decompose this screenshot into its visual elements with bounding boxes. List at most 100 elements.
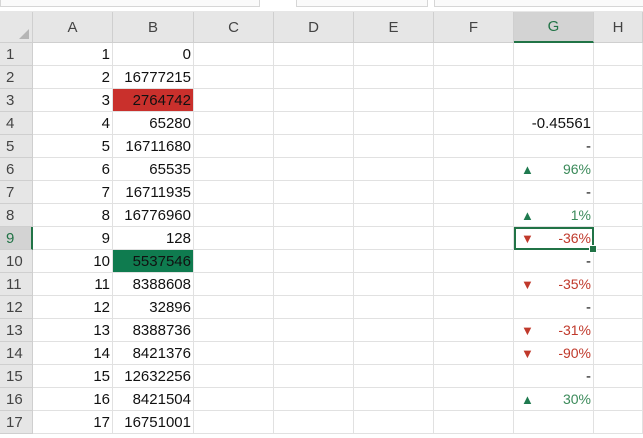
cell-a11[interactable]: 11	[33, 273, 113, 296]
cell-c4[interactable]	[194, 112, 274, 135]
row-header-13[interactable]: 13	[0, 319, 33, 342]
cell-g3[interactable]	[514, 89, 594, 112]
cell-g15[interactable]: -	[514, 365, 594, 388]
cell-c10[interactable]	[194, 250, 274, 273]
cell-e8[interactable]	[354, 204, 434, 227]
cell-g9[interactable]: ▼ -36%	[514, 227, 594, 250]
cell-h17[interactable]	[594, 411, 643, 434]
cell-c3[interactable]	[194, 89, 274, 112]
cell-h8[interactable]	[594, 204, 643, 227]
cell-g17[interactable]	[514, 411, 594, 434]
cell-b5[interactable]: 16711680	[113, 135, 194, 158]
column-header-g[interactable]: G	[514, 12, 594, 43]
cell-d2[interactable]	[274, 66, 354, 89]
cell-g12[interactable]: -	[514, 296, 594, 319]
cell-e3[interactable]	[354, 89, 434, 112]
cell-e16[interactable]	[354, 388, 434, 411]
cell-f15[interactable]	[434, 365, 514, 388]
cell-e9[interactable]	[354, 227, 434, 250]
cell-a1[interactable]: 1	[33, 43, 113, 66]
column-header-a[interactable]: A	[33, 12, 113, 43]
cell-d7[interactable]	[274, 181, 354, 204]
cell-g14[interactable]: ▼ -90%	[514, 342, 594, 365]
fill-handle[interactable]	[589, 245, 597, 253]
cell-f5[interactable]	[434, 135, 514, 158]
cell-c5[interactable]	[194, 135, 274, 158]
row-header-4[interactable]: 4	[0, 112, 33, 135]
cell-f1[interactable]	[434, 43, 514, 66]
row-header-16[interactable]: 16	[0, 388, 33, 411]
cell-b1[interactable]: 0	[113, 43, 194, 66]
cell-b6[interactable]: 65535	[113, 158, 194, 181]
cell-b15[interactable]: 12632256	[113, 365, 194, 388]
cell-f10[interactable]	[434, 250, 514, 273]
cell-h14[interactable]	[594, 342, 643, 365]
cell-b17[interactable]: 16751001	[113, 411, 194, 434]
cell-c7[interactable]	[194, 181, 274, 204]
cell-d16[interactable]	[274, 388, 354, 411]
cell-b14[interactable]: 8421376	[113, 342, 194, 365]
cell-e2[interactable]	[354, 66, 434, 89]
cell-d14[interactable]	[274, 342, 354, 365]
cell-h6[interactable]	[594, 158, 643, 181]
column-header-e[interactable]: E	[354, 12, 434, 43]
cell-h13[interactable]	[594, 319, 643, 342]
cell-a13[interactable]: 13	[33, 319, 113, 342]
cell-d5[interactable]	[274, 135, 354, 158]
row-header-5[interactable]: 5	[0, 135, 33, 158]
cell-f7[interactable]	[434, 181, 514, 204]
cell-e11[interactable]	[354, 273, 434, 296]
cell-e13[interactable]	[354, 319, 434, 342]
cell-c8[interactable]	[194, 204, 274, 227]
cell-c15[interactable]	[194, 365, 274, 388]
cell-e15[interactable]	[354, 365, 434, 388]
row-header-3[interactable]: 3	[0, 89, 33, 112]
cell-d10[interactable]	[274, 250, 354, 273]
row-header-7[interactable]: 7	[0, 181, 33, 204]
cell-a5[interactable]: 5	[33, 135, 113, 158]
cell-d15[interactable]	[274, 365, 354, 388]
cell-b10[interactable]: 5537546	[113, 250, 194, 273]
cell-g7[interactable]: -	[514, 181, 594, 204]
cell-e14[interactable]	[354, 342, 434, 365]
cell-d1[interactable]	[274, 43, 354, 66]
cell-a7[interactable]: 7	[33, 181, 113, 204]
row-header-2[interactable]: 2	[0, 66, 33, 89]
cell-h10[interactable]	[594, 250, 643, 273]
row-header-6[interactable]: 6	[0, 158, 33, 181]
row-header-8[interactable]: 8	[0, 204, 33, 227]
column-header-d[interactable]: D	[274, 12, 354, 43]
cell-e6[interactable]	[354, 158, 434, 181]
cell-g2[interactable]	[514, 66, 594, 89]
cell-d12[interactable]	[274, 296, 354, 319]
cell-g6[interactable]: ▲ 96%	[514, 158, 594, 181]
cell-f16[interactable]	[434, 388, 514, 411]
cell-c6[interactable]	[194, 158, 274, 181]
row-header-15[interactable]: 15	[0, 365, 33, 388]
cell-c1[interactable]	[194, 43, 274, 66]
cell-a2[interactable]: 2	[33, 66, 113, 89]
cell-h15[interactable]	[594, 365, 643, 388]
cell-h9[interactable]	[594, 227, 643, 250]
column-header-h[interactable]: H	[594, 12, 643, 43]
row-header-11[interactable]: 11	[0, 273, 33, 296]
cell-b12[interactable]: 32896	[113, 296, 194, 319]
cell-f4[interactable]	[434, 112, 514, 135]
cell-a14[interactable]: 14	[33, 342, 113, 365]
cell-a16[interactable]: 16	[33, 388, 113, 411]
cell-c14[interactable]	[194, 342, 274, 365]
cell-c13[interactable]	[194, 319, 274, 342]
cell-e17[interactable]	[354, 411, 434, 434]
cell-c11[interactable]	[194, 273, 274, 296]
cell-a15[interactable]: 15	[33, 365, 113, 388]
cell-g5[interactable]: -	[514, 135, 594, 158]
cell-g11[interactable]: ▼ -35%	[514, 273, 594, 296]
cell-c2[interactable]	[194, 66, 274, 89]
cell-e10[interactable]	[354, 250, 434, 273]
cell-a17[interactable]: 17	[33, 411, 113, 434]
cell-d17[interactable]	[274, 411, 354, 434]
cell-a12[interactable]: 12	[33, 296, 113, 319]
cell-h11[interactable]	[594, 273, 643, 296]
cell-a9[interactable]: 9	[33, 227, 113, 250]
cell-h12[interactable]	[594, 296, 643, 319]
